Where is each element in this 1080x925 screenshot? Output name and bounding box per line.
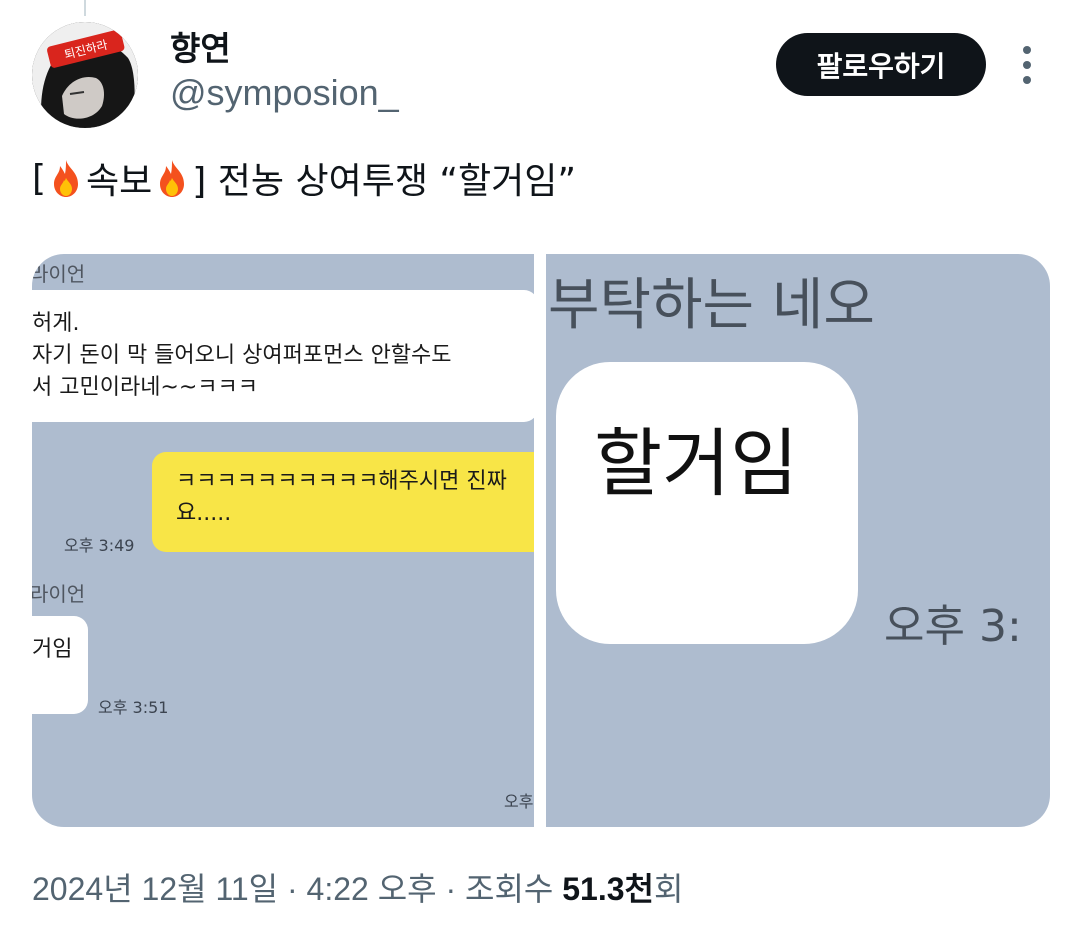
chat-line: 요.....: [176, 501, 232, 526]
chat-sender-name: 라이언: [32, 582, 86, 606]
chat-time: 오후 3:49: [64, 536, 135, 555]
chat-time: 오후 3:51: [98, 698, 169, 717]
fire-emoji-icon: [54, 160, 79, 197]
author-handle[interactable]: @symposion_: [170, 72, 399, 114]
chat-line: 거임: [32, 637, 73, 662]
post-text-close: ] 전농 상여투쟁 “할거임”: [192, 161, 577, 202]
chat-sender-name: 부탁하는 네오: [548, 273, 875, 338]
chat-line: 자기 돈이 막 들어오니 상여퍼포먼스 안할수도: [32, 343, 452, 368]
thread-connector-line: [84, 0, 86, 16]
more-dot: [1023, 61, 1031, 69]
post-datetime[interactable]: 2024년 12월 11일 · 4:22 오후 · 조회수: [32, 871, 562, 907]
chat-screenshot-left[interactable]: 라이언 허게. 자기 돈이 막 들어오니 상여퍼포먼스 안할수도 서 고민이라네…: [32, 254, 534, 827]
more-dot: [1023, 46, 1031, 54]
more-vertical-icon[interactable]: [1012, 40, 1042, 90]
chat-time: 오후 3:: [884, 601, 1022, 652]
chat-sender-name: 라이언: [32, 262, 86, 286]
chat-line: 허게.: [32, 311, 80, 336]
chat-screenshot-right[interactable]: 부탁하는 네오 할거임 오후 3:: [546, 254, 1050, 827]
post-text-open: [: [32, 157, 47, 199]
chat-bubble-sent: ㅋㅋㅋㅋㅋㅋㅋㅋㅋㅋ해주시면 진짜 요.....: [152, 452, 534, 552]
post-text: [ 속보 ] 전농 상여투쟁 “할거임”: [32, 152, 576, 204]
follow-button[interactable]: 팔로우하기: [776, 33, 986, 96]
media-grid: 라이언 허게. 자기 돈이 막 들어오니 상여퍼포먼스 안할수도 서 고민이라네…: [32, 254, 1050, 827]
view-count-suffix: 회: [653, 871, 684, 907]
chat-line: ㅋㅋㅋㅋㅋㅋㅋㅋㅋㅋ해주시면 진짜: [176, 469, 507, 494]
avatar-image: 퇴진하라: [32, 22, 138, 128]
chat-message-text: 할거임: [594, 421, 799, 507]
chat-line: 서 고민이라네~~ㅋㅋㅋ: [32, 375, 259, 400]
more-dot: [1023, 76, 1031, 84]
chat-bubble-received: 허게. 자기 돈이 막 들어오니 상여퍼포먼스 안할수도 서 고민이라네~~ㅋㅋ…: [32, 290, 534, 422]
avatar[interactable]: 퇴진하라: [32, 22, 138, 128]
chat-bubble-received: 거임: [32, 616, 88, 714]
fire-emoji-icon: [160, 160, 185, 197]
post-meta: 2024년 12월 11일 · 4:22 오후 · 조회수 51.3천회: [32, 864, 683, 910]
post-text-mid: 속보: [86, 161, 153, 202]
chat-time: 오후: [504, 792, 534, 811]
author-name[interactable]: 향연: [170, 22, 231, 70]
view-count[interactable]: 51.3천: [562, 871, 654, 907]
